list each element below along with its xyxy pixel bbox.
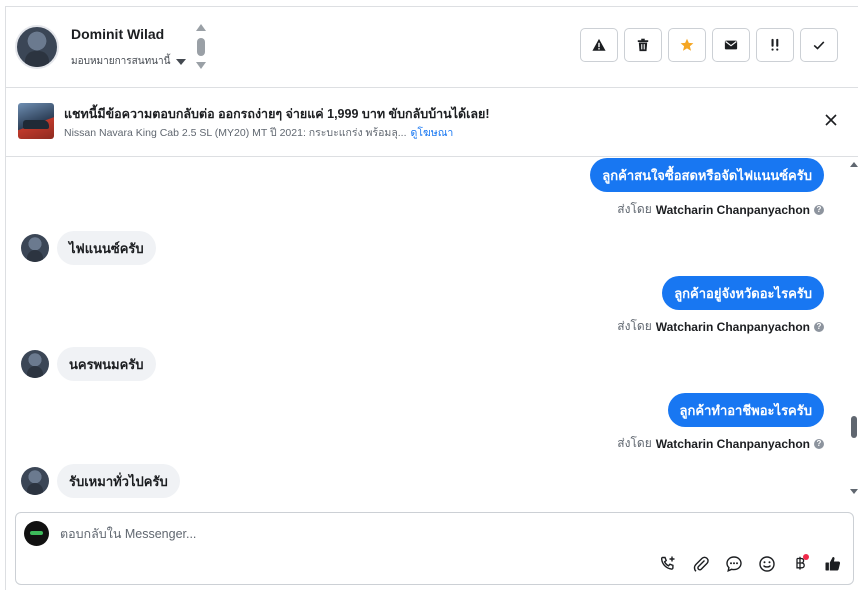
done-button[interactable] bbox=[800, 28, 838, 62]
sender-name: Watcharin Chanpanyachon bbox=[655, 436, 810, 451]
header-scroll-stepper[interactable] bbox=[195, 24, 207, 70]
call-button[interactable] bbox=[658, 554, 678, 574]
assign-label: มอบหมายการสนทนานี้ bbox=[71, 56, 171, 67]
saved-reply-icon bbox=[726, 556, 742, 572]
scroll-down-icon[interactable] bbox=[196, 62, 206, 69]
sender-name: Watcharin Chanpanyachon bbox=[655, 319, 810, 334]
conversation-actions bbox=[580, 28, 838, 62]
contact-name[interactable]: Dominit Wilad bbox=[71, 26, 164, 42]
scroll-thumb[interactable] bbox=[851, 416, 857, 438]
ad-subtitle-row: Nissan Navara King Cab 2.5 SL (MY20) MT … bbox=[64, 124, 453, 141]
ad-context-banner: แชทนี้มีข้อความตอบกลับต่อ ออกรถง่ายๆ จ่า… bbox=[5, 89, 858, 157]
sent-by-prefix: ส่งโดย bbox=[617, 319, 652, 333]
incoming-message[interactable]: ไฟแนนซ์ครับ bbox=[57, 231, 156, 265]
mark-unread-button[interactable] bbox=[712, 28, 750, 62]
ad-title: แชทนี้มีข้อความตอบกลับต่อ ออกรถง่ายๆ จ่า… bbox=[64, 107, 490, 121]
check-icon bbox=[813, 41, 825, 50]
ad-subtitle: Nissan Navara King Cab 2.5 SL (MY20) MT … bbox=[64, 127, 407, 139]
outgoing-message[interactable]: ลูกค้าอยู่จังหวัดอะไรครับ bbox=[662, 276, 824, 310]
chevron-down-icon bbox=[176, 58, 187, 65]
sent-by-line: ส่งโดย Watcharin Chanpanyachon ? bbox=[617, 434, 824, 453]
attach-button[interactable] bbox=[691, 554, 711, 574]
outgoing-message[interactable]: ลูกค้าทำอาชีพอะไรครับ bbox=[667, 393, 824, 427]
thumbs-up-icon bbox=[825, 556, 841, 571]
outgoing-message[interactable]: ลูกค้าสนใจซื้อสดหรือจัดไฟแนนซ์ครับ bbox=[590, 158, 824, 192]
like-button[interactable] bbox=[823, 554, 843, 574]
trash-icon bbox=[637, 38, 649, 52]
conversation-header: Dominit Wilad มอบหมายการสนทนานี้ bbox=[5, 6, 858, 88]
contact-avatar[interactable] bbox=[15, 25, 59, 69]
spam-button[interactable] bbox=[580, 28, 618, 62]
incoming-message-row: ไฟแนนซ์ครับ bbox=[21, 231, 156, 265]
contact-avatar-small[interactable] bbox=[21, 234, 49, 262]
sender-name: Watcharin Chanpanyachon bbox=[655, 202, 810, 217]
incoming-message[interactable]: นครพนมครับ bbox=[57, 347, 156, 381]
follow-up-icon bbox=[771, 38, 779, 51]
close-icon[interactable] bbox=[824, 113, 838, 127]
incoming-message-row: รับเหมาทั่วไปครับ bbox=[21, 464, 180, 498]
composer-toolbar bbox=[658, 554, 843, 574]
reply-composer bbox=[15, 512, 854, 585]
emoji-button[interactable] bbox=[757, 554, 777, 574]
info-icon[interactable]: ? bbox=[814, 321, 824, 332]
contact-avatar-small[interactable] bbox=[21, 467, 49, 495]
payment-button[interactable] bbox=[790, 554, 810, 574]
notification-dot bbox=[803, 554, 809, 560]
envelope-icon bbox=[724, 40, 738, 50]
follow-up-button[interactable] bbox=[756, 28, 794, 62]
incoming-message-row: นครพนมครับ bbox=[21, 347, 156, 381]
saved-reply-button[interactable] bbox=[724, 554, 744, 574]
scroll-down-icon[interactable] bbox=[850, 489, 858, 494]
view-ad-link[interactable]: ดูโฆษณา bbox=[411, 127, 454, 139]
message-scrollbar[interactable] bbox=[850, 158, 858, 498]
reply-input[interactable] bbox=[60, 523, 660, 545]
incoming-message[interactable]: รับเหมาทั่วไปครับ bbox=[57, 464, 180, 498]
scroll-up-icon[interactable] bbox=[850, 162, 858, 167]
paperclip-icon bbox=[693, 556, 709, 572]
call-add-icon bbox=[660, 556, 675, 570]
star-button[interactable] bbox=[668, 28, 706, 62]
delete-button[interactable] bbox=[624, 28, 662, 62]
scroll-thumb[interactable] bbox=[197, 38, 205, 56]
star-icon bbox=[680, 38, 694, 51]
sent-by-prefix: ส่งโดย bbox=[617, 202, 652, 216]
ad-car-thumbnail[interactable] bbox=[18, 103, 54, 139]
assign-conversation-dropdown[interactable]: มอบหมายการสนทนานี้ bbox=[71, 54, 187, 69]
info-icon[interactable]: ? bbox=[814, 204, 824, 215]
sent-by-line: ส่งโดย Watcharin Chanpanyachon ? bbox=[617, 317, 824, 336]
emoji-icon bbox=[759, 556, 775, 572]
contact-avatar-small[interactable] bbox=[21, 350, 49, 378]
spam-icon bbox=[592, 38, 606, 51]
sent-by-prefix: ส่งโดย bbox=[617, 436, 652, 450]
info-icon[interactable]: ? bbox=[814, 438, 824, 449]
page-avatar bbox=[24, 521, 49, 546]
message-list: ลูกค้าสนใจซื้อสดหรือจัดไฟแนนซ์ครับ ส่งโด… bbox=[5, 158, 858, 506]
scroll-up-icon[interactable] bbox=[196, 24, 206, 31]
sent-by-line: ส่งโดย Watcharin Chanpanyachon ? bbox=[617, 200, 824, 219]
